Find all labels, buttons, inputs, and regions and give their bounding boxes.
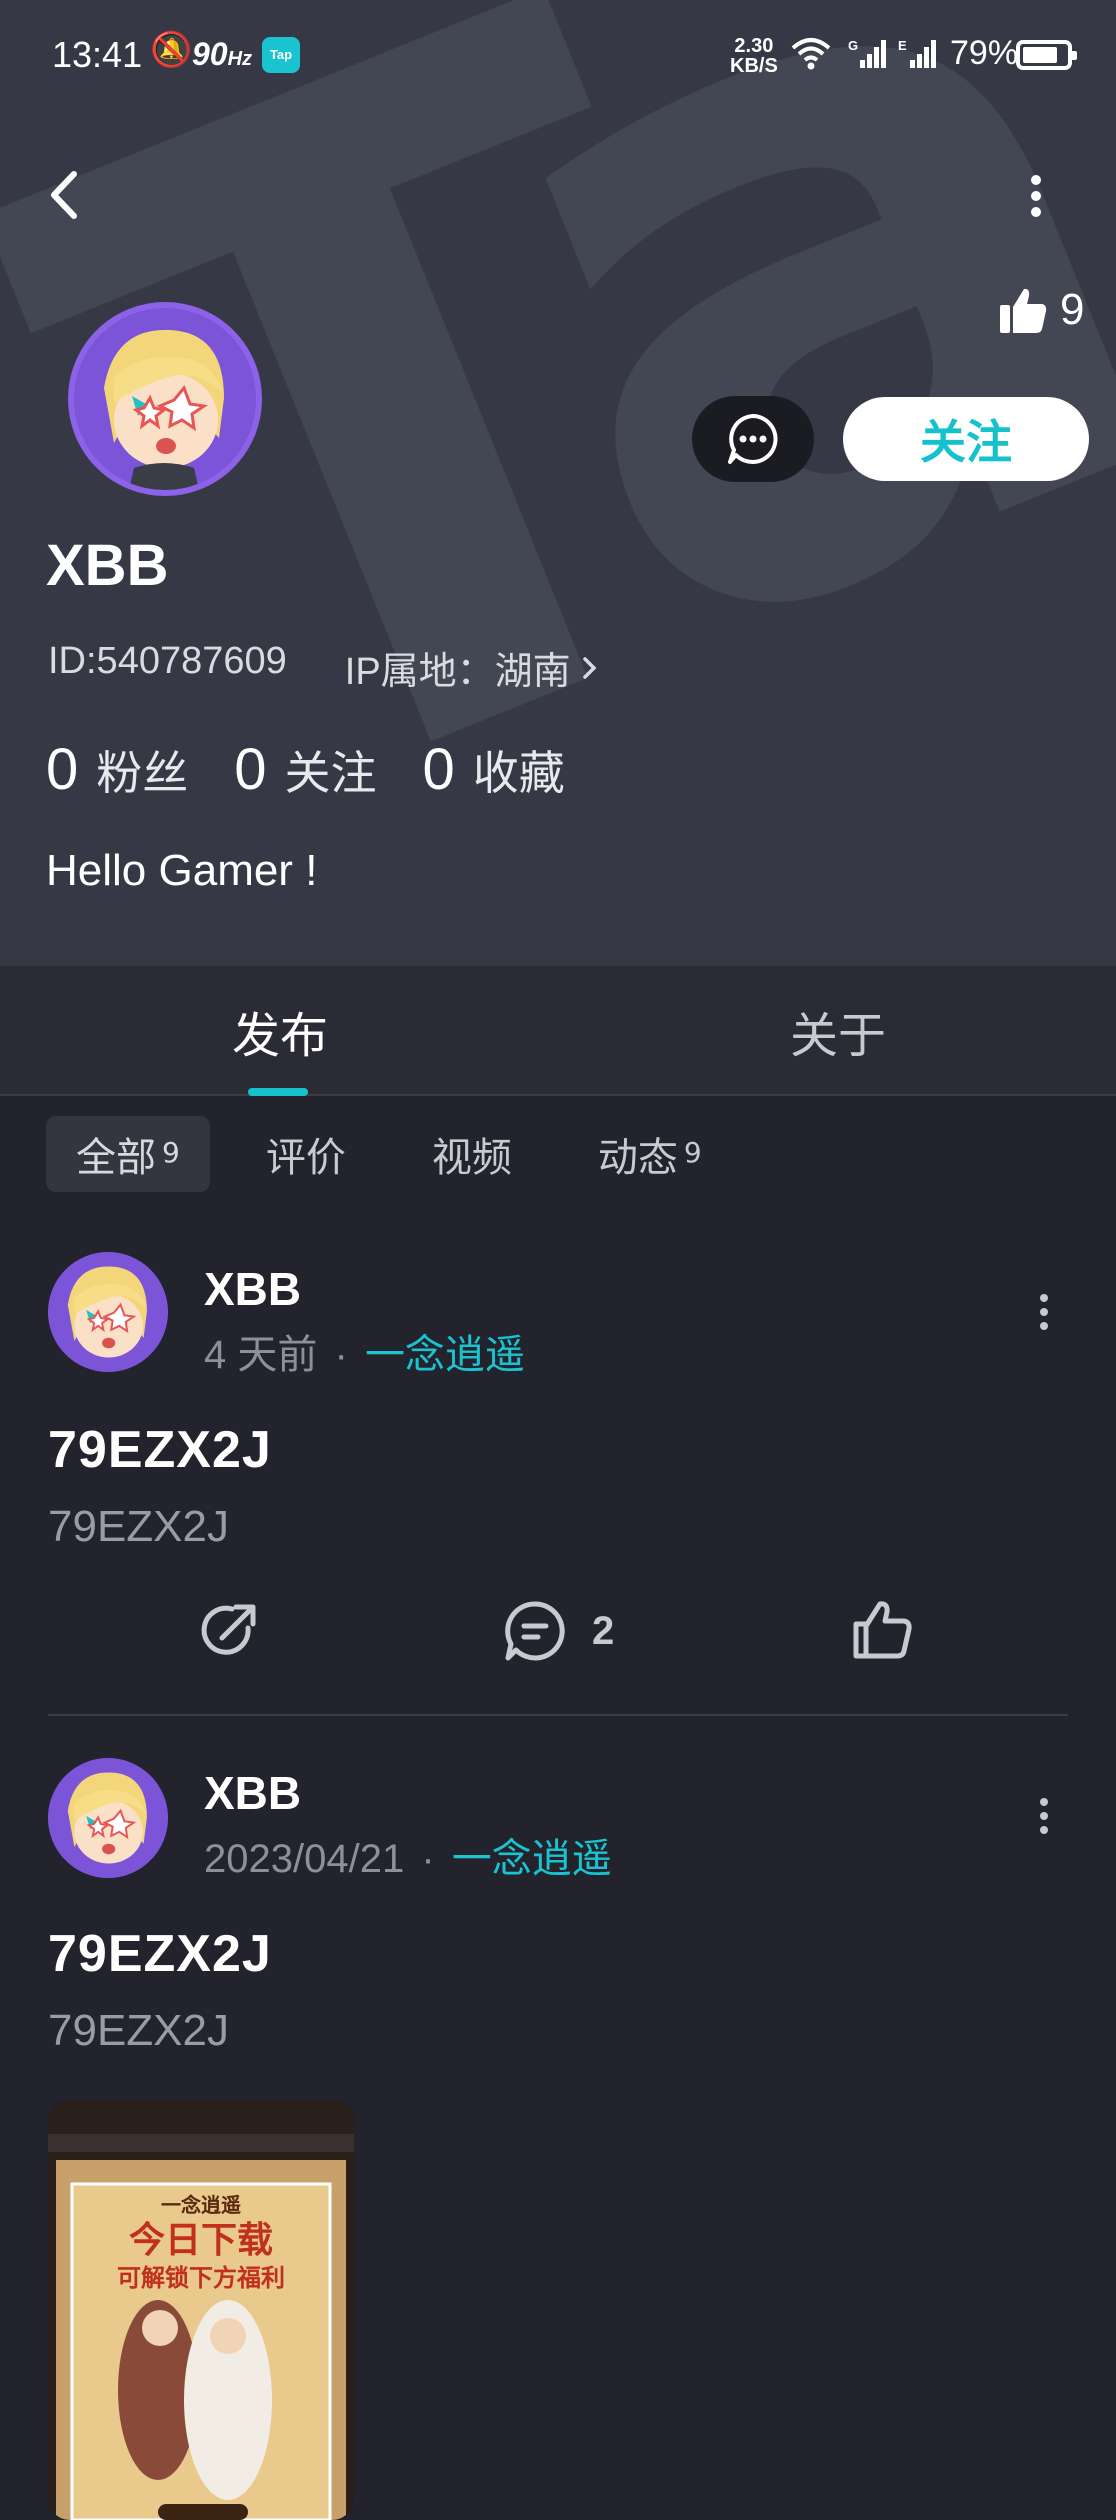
profile-username: XBB (46, 533, 169, 598)
post-filters: 全部 9 评价 视频 动态 9 (46, 1116, 732, 1192)
stat-following-label: 关注 (284, 747, 377, 799)
post-image-thumbnail[interactable]: 一念逍遥 今日下载 可解锁下方福利 (48, 2100, 354, 2520)
svg-text:E: E (898, 38, 907, 53)
ip-location[interactable]: IP属地：湖南 (345, 640, 599, 695)
stat-fans-label: 粉丝 (96, 747, 189, 799)
filter-moments-label: 动态 (597, 1135, 678, 1181)
post-body: 79EZX2J (48, 2006, 229, 2055)
battery-icon (1016, 40, 1077, 70)
stat-fans-count: 0 (46, 737, 79, 802)
avatar-illustration (74, 308, 256, 490)
follow-button[interactable]: 关注 (843, 397, 1089, 481)
ip-location-label: IP属地：湖南 (344, 651, 571, 693)
post-author-name[interactable]: XBB (204, 1766, 301, 1820)
post-author-name[interactable]: XBB (204, 1262, 301, 1316)
filter-moments-count: 9 (683, 1135, 702, 1169)
status-bar: 13:41 🔕 90Hz Tap 2.30 KB/S G E 79% (0, 0, 1116, 110)
filter-moments[interactable]: 动态 9 (568, 1116, 732, 1192)
thumbs-up-outline-icon (853, 1601, 912, 1659)
share-icon (201, 1604, 256, 1655)
profile-header: Ta 13:41 🔕 90Hz Tap 2.30 KB/S G E 79% 9 … (0, 0, 1116, 966)
thumbs-up-icon (1000, 288, 1047, 333)
back-arrow-icon[interactable] (40, 160, 90, 230)
comment-icon (505, 1601, 565, 1661)
battery-percent: 79% (950, 34, 1019, 72)
filter-all-count: 9 (162, 1135, 180, 1169)
svg-text:G: G (848, 38, 858, 53)
post-title: 79EZX2J (48, 1925, 272, 1983)
meta-separator: · (334, 1333, 348, 1377)
chevron-right-icon (582, 656, 597, 679)
post-meta: 4 天前 · 一念逍遥 (204, 1322, 525, 1380)
comment-button[interactable]: 2 (502, 1598, 614, 1664)
post-author-avatar[interactable] (48, 1758, 168, 1878)
post-title: 79EZX2J (48, 1421, 272, 1479)
post-author-avatar[interactable] (48, 1252, 168, 1372)
game-poster-image: 一念逍遥 今日下载 可解锁下方福利 (48, 2100, 354, 2520)
stat-favorites[interactable]: 0 收藏 (423, 736, 565, 803)
svg-text:可解锁下方福利: 可解锁下方福利 (117, 2263, 285, 2292)
svg-text:一念逍遥: 一念逍遥 (161, 2193, 241, 2217)
like-count: 9 (1060, 285, 1085, 334)
post-time: 2023/04/21 (204, 1837, 405, 1881)
refresh-rate: 90Hz (192, 36, 253, 72)
post-app-link[interactable]: 一念逍遥 (365, 1333, 525, 1377)
post-app-link[interactable]: 一念逍遥 (452, 1837, 612, 1881)
tab-about[interactable]: 关于 (790, 996, 886, 1066)
post-divider (48, 1714, 1068, 1716)
signal-1-icon: G (848, 38, 886, 68)
post-more-icon[interactable] (1034, 1292, 1054, 1332)
meta-separator: · (421, 1837, 435, 1881)
profile-likes[interactable]: 9 (998, 280, 1084, 340)
signal-2-icon: E (898, 38, 936, 68)
stat-favorites-count: 0 (422, 737, 455, 802)
stat-fans[interactable]: 0 粉丝 (46, 736, 188, 803)
stat-following-count: 0 (234, 737, 267, 802)
user-id: ID:540787609 (48, 640, 287, 682)
mute-bell-icon: 🔕 (150, 30, 193, 70)
post-body: 79EZX2J (48, 1502, 229, 1551)
chat-bubble-icon (728, 414, 778, 464)
profile-avatar[interactable] (68, 302, 262, 496)
net-speed: 2.30 KB/S (730, 35, 778, 77)
post-time: 4 天前 (204, 1333, 318, 1377)
share-button[interactable] (196, 1598, 262, 1664)
stat-favorites-label: 收藏 (472, 747, 565, 799)
svg-text:今日下载: 今日下载 (129, 2219, 273, 2261)
more-options-icon[interactable] (1016, 166, 1056, 226)
message-button[interactable] (692, 396, 814, 482)
active-tab-indicator (248, 1088, 308, 1096)
profile-bio: Hello Gamer ! (46, 846, 318, 895)
avatar-illustration (48, 1252, 168, 1372)
filter-videos[interactable]: 视频 (402, 1116, 542, 1192)
profile-tabs: 发布 关于 (0, 966, 1116, 1096)
post-meta: 2023/04/21 · 一念逍遥 (204, 1826, 612, 1884)
status-time: 13:41 (52, 34, 143, 75)
filter-all[interactable]: 全部 9 (46, 1116, 210, 1192)
profile-stats: 0 粉丝 0 关注 0 收藏 (46, 736, 565, 803)
comment-count: 2 (592, 1608, 615, 1653)
post-more-icon[interactable] (1034, 1796, 1054, 1836)
like-button[interactable] (852, 1598, 914, 1660)
taptap-app-badge: Tap (262, 37, 300, 73)
wifi-icon (791, 38, 831, 70)
avatar-illustration (48, 1758, 168, 1878)
filter-all-label: 全部 (76, 1135, 156, 1181)
stat-following[interactable]: 0 关注 (234, 736, 376, 803)
profile-id-row: ID:540787609 IP属地：湖南 (48, 640, 599, 695)
filter-reviews-label: 评价 (265, 1135, 346, 1181)
filter-reviews[interactable]: 评价 (236, 1116, 376, 1192)
post-actions: 2 (0, 1598, 1116, 1678)
filter-videos-label: 视频 (431, 1135, 512, 1181)
tab-posts[interactable]: 发布 (232, 996, 328, 1066)
